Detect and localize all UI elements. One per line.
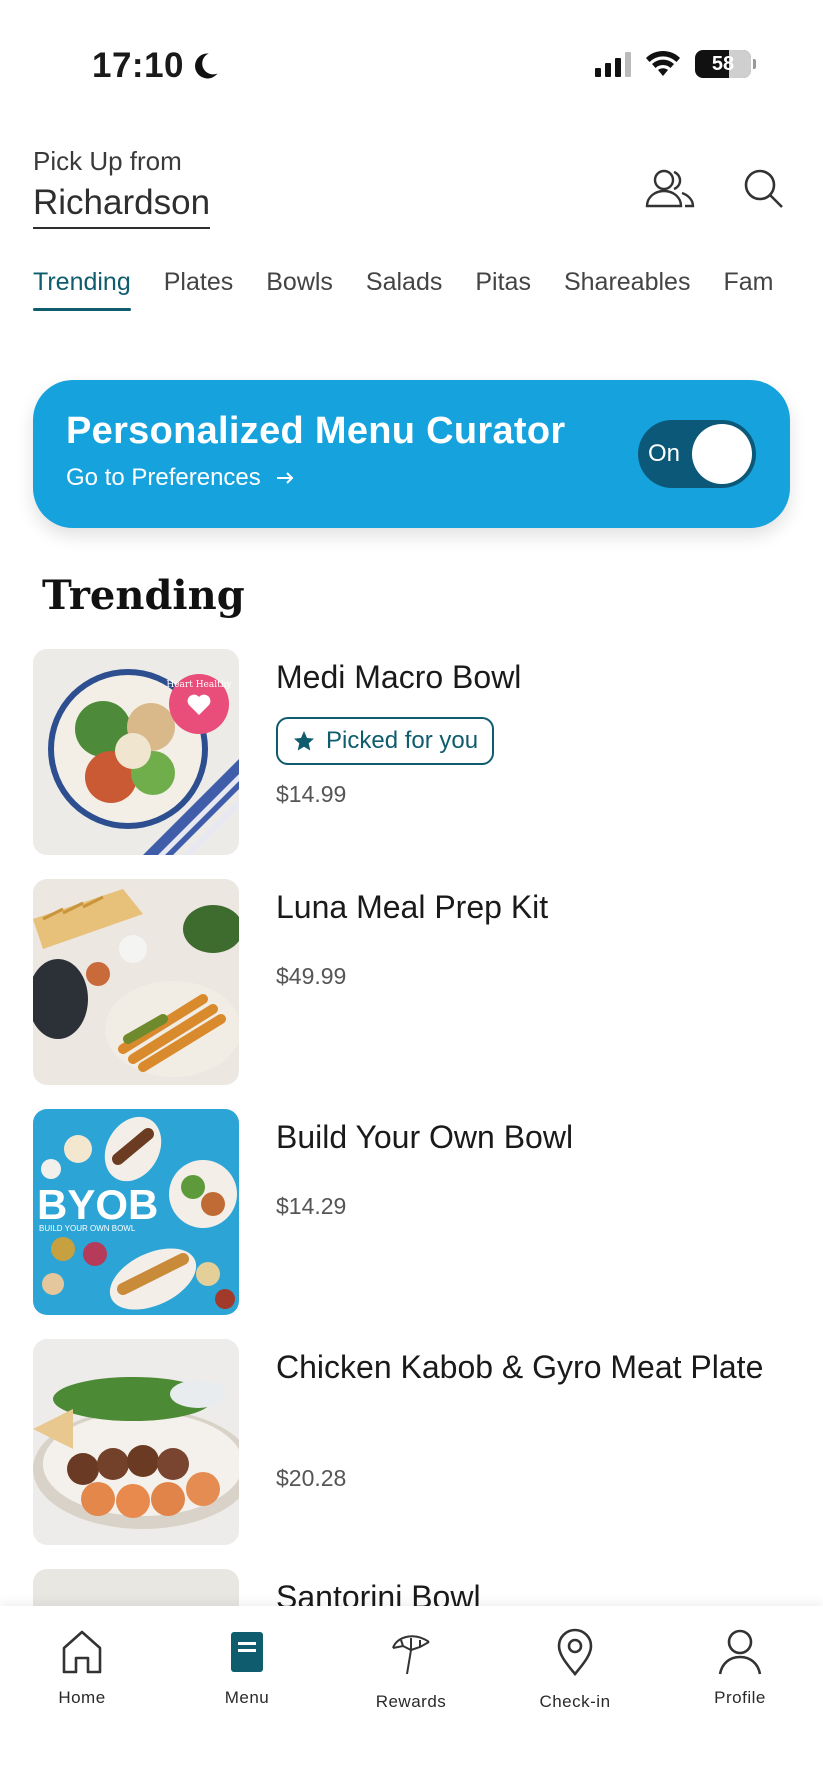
- pickup-location[interactable]: Pick Up from Richardson: [33, 146, 211, 229]
- search-icon[interactable]: [738, 166, 790, 210]
- nav-rewards-label: Rewards: [375, 1692, 447, 1711]
- tab-bowls[interactable]: Bowls: [266, 268, 333, 311]
- byob-logo-text: BYOB: [37, 1181, 158, 1228]
- tab-salads[interactable]: Salads: [366, 268, 442, 311]
- battery-level: 58: [711, 52, 735, 75]
- personalized-menu-banner[interactable]: Personalized Menu Curator Go to Preferen…: [33, 380, 790, 528]
- status-time: 17:10: [92, 46, 220, 86]
- toggle-knob: [692, 424, 752, 484]
- status-icons: 58: [595, 50, 756, 78]
- menu-item[interactable]: Luna Meal Prep Kit $49.99: [33, 879, 793, 1085]
- home-icon: [58, 1626, 106, 1678]
- tab-trending[interactable]: Trending: [33, 268, 131, 311]
- item-price: $20.28: [276, 1465, 347, 1491]
- nav-profile-label: Profile: [714, 1688, 766, 1707]
- heart-healthy-label: Heart Healthy: [166, 680, 232, 690]
- luna-meal-prep-kit-photo: [33, 879, 239, 1085]
- nav-check-in-label: Check-in: [539, 1692, 611, 1711]
- nav-home[interactable]: Home: [12, 1626, 152, 1708]
- cellular-signal-icon: [595, 51, 631, 77]
- item-price: $14.99: [276, 781, 347, 807]
- status-bar: 17:10 58: [0, 0, 823, 130]
- picked-for-you-badge: Picked for you: [276, 717, 495, 765]
- curator-toggle[interactable]: On: [638, 420, 756, 488]
- menu-item[interactable]: Chicken Kabob & Gyro Meat Plate $20.28: [33, 1339, 793, 1545]
- pickup-label: Pick Up from: [33, 146, 182, 176]
- bottom-navigation: Home Menu Rewards Check-in Profile: [0, 1606, 823, 1789]
- nav-home-label: Home: [58, 1688, 106, 1707]
- item-name: Chicken Kabob & Gyro Meat Plate: [276, 1349, 764, 1385]
- item-price: $49.99: [276, 963, 347, 989]
- wifi-icon: [646, 50, 680, 76]
- item-name: Build Your Own Bowl: [276, 1119, 574, 1155]
- tab-plates[interactable]: Plates: [164, 268, 233, 311]
- umbrella-icon: [387, 1626, 435, 1678]
- moon-icon: [195, 53, 218, 79]
- nav-menu[interactable]: Menu: [177, 1626, 317, 1708]
- location-pin-icon: [551, 1626, 599, 1678]
- chicken-kabob-gyro-plate-photo: [33, 1339, 239, 1545]
- item-price: $14.29: [276, 1193, 347, 1219]
- medi-macro-bowl-photo: Heart Healthy: [33, 649, 239, 855]
- preferences-link[interactable]: Go to Preferences: [66, 464, 295, 492]
- section-title: Trending: [42, 572, 245, 619]
- person-icon: [716, 1626, 764, 1678]
- category-tabs: Trending Plates Bowls Salads Pitas Share…: [33, 268, 806, 311]
- banner-title: Personalized Menu Curator: [66, 410, 566, 452]
- store-name[interactable]: Richardson: [33, 183, 211, 229]
- tab-shareables[interactable]: Shareables: [564, 268, 690, 311]
- menu-book-icon: [223, 1626, 271, 1678]
- byob-logo-subtext: BUILD YOUR OWN BOWL: [39, 1224, 136, 1233]
- badge-label: Picked for you: [326, 727, 479, 754]
- menu-item[interactable]: BYOB BUILD YOUR OWN BOWL Build Your Own …: [33, 1109, 793, 1315]
- battery-icon: 58: [695, 50, 756, 78]
- item-name: Medi Macro Bowl: [276, 659, 522, 695]
- nav-check-in[interactable]: Check-in: [505, 1626, 645, 1712]
- toggle-label: On: [648, 440, 681, 467]
- preferences-link-label: Go to Preferences: [66, 464, 261, 491]
- build-your-own-bowl-photo: BYOB BUILD YOUR OWN BOWL: [33, 1109, 239, 1315]
- star-icon: [294, 731, 314, 751]
- tab-family[interactable]: Fam: [723, 268, 773, 311]
- nav-menu-label: Menu: [224, 1688, 270, 1707]
- group-icon[interactable]: [644, 166, 696, 210]
- menu-item[interactable]: Heart Healthy Medi Macro Bowl Picked for…: [33, 649, 793, 855]
- arrow-right-icon: [276, 472, 294, 484]
- nav-rewards[interactable]: Rewards: [341, 1626, 481, 1712]
- item-name: Luna Meal Prep Kit: [276, 889, 549, 925]
- nav-profile[interactable]: Profile: [670, 1626, 810, 1708]
- tab-pitas[interactable]: Pitas: [475, 268, 531, 311]
